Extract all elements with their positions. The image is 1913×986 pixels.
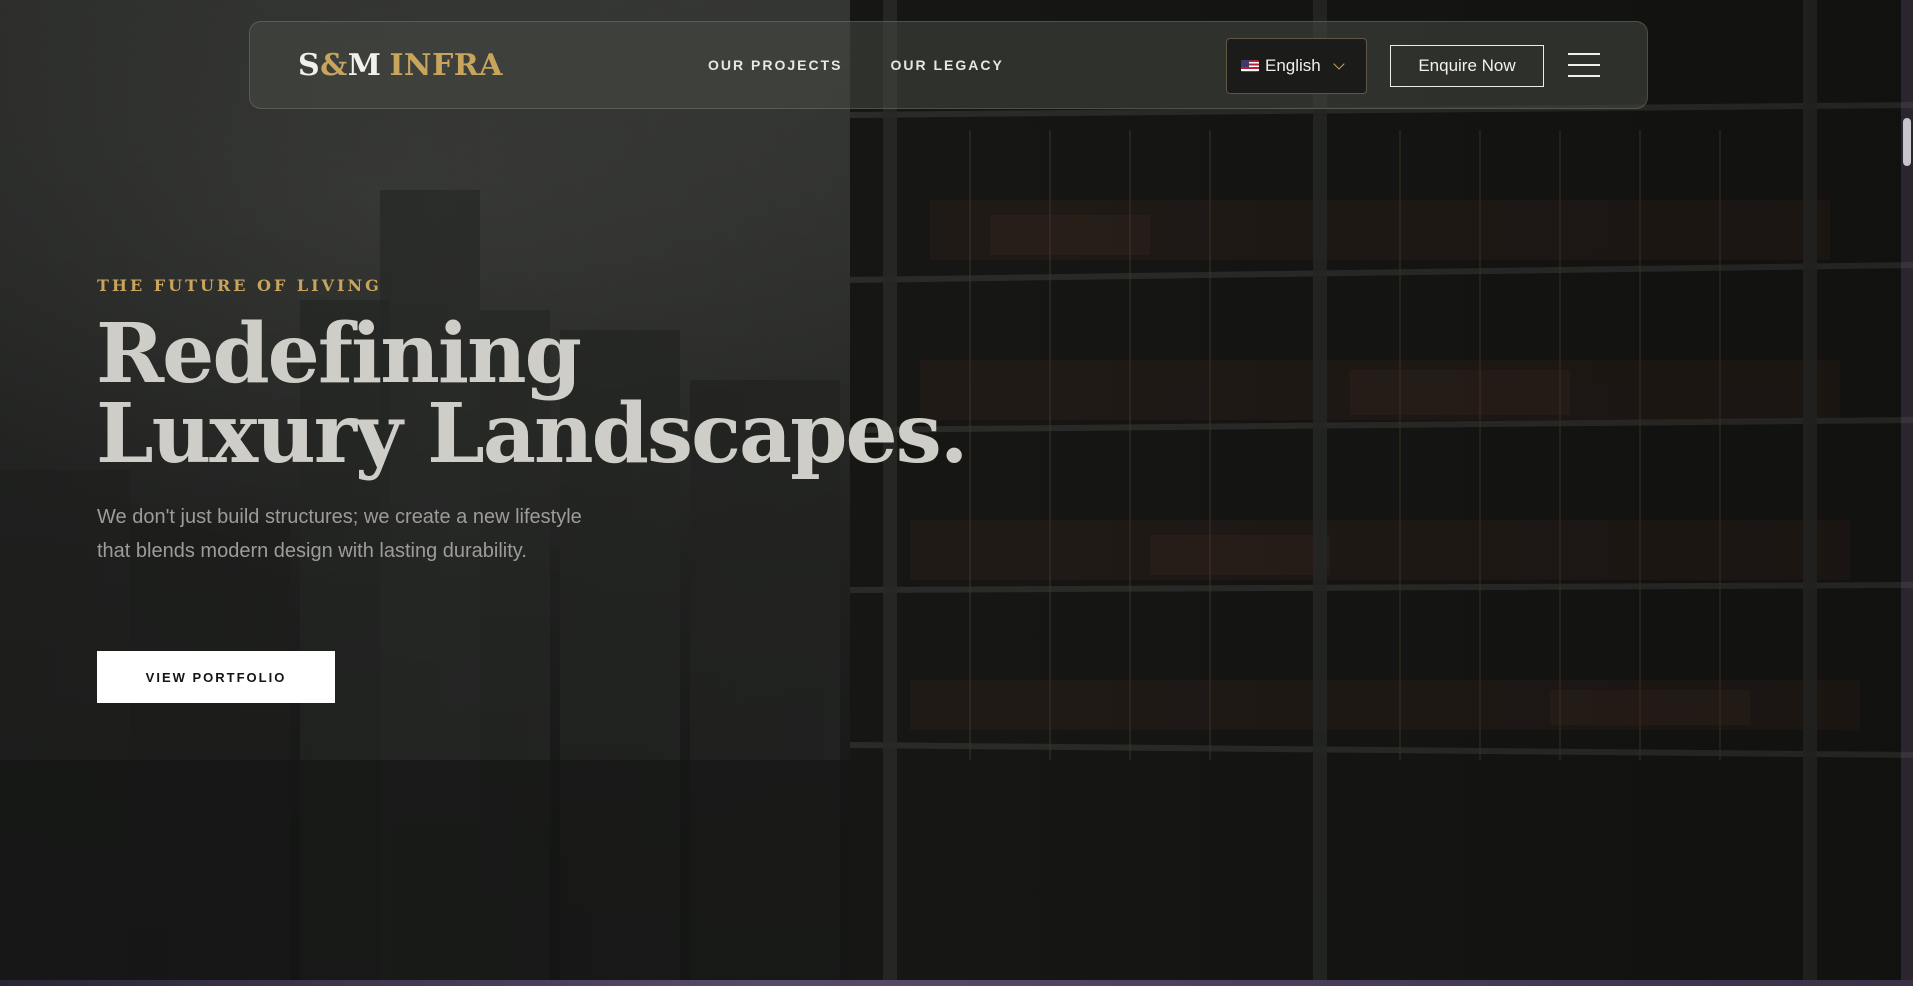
hero-headline-line-2: Luxury Landscapes. [96, 386, 968, 482]
logo-letter-s: S [298, 48, 321, 83]
hero-headline-line-1: Redefining [96, 306, 582, 402]
hero-section: S&M INFRA OUR PROJECTS OUR LEGACY English… [0, 0, 1913, 980]
logo-ampersand: & [320, 48, 348, 83]
hero-subcopy: We don't just build structures; we creat… [97, 506, 582, 562]
logo-infra-text: INFRA [389, 48, 503, 83]
scrollbar-thumb[interactable] [1903, 118, 1911, 166]
brand-logo[interactable]: S&M INFRA [298, 42, 503, 90]
view-portfolio-button[interactable]: VIEW PORTFOLIO [97, 651, 335, 703]
hero-eyebrow: THE FUTURE OF LIVING [97, 276, 382, 295]
page-scrollbar[interactable] [1901, 0, 1913, 980]
main-navbar: S&M INFRA OUR PROJECTS OUR LEGACY English… [249, 21, 1648, 109]
hamburger-menu-icon[interactable] [1568, 53, 1600, 77]
next-section-peek [0, 980, 1913, 986]
language-selector[interactable]: English [1226, 38, 1367, 94]
us-flag-icon [1241, 60, 1259, 72]
enquire-now-button[interactable]: Enquire Now [1390, 45, 1544, 87]
hero-headline: Redefining Luxury Landscapes. [96, 306, 968, 482]
chevron-down-icon [1333, 58, 1345, 70]
nav-link-our-projects[interactable]: OUR PROJECTS [708, 57, 842, 73]
nav-link-our-legacy[interactable]: OUR LEGACY [890, 57, 1003, 73]
logo-letter-m: M [347, 48, 382, 83]
language-selected-label: English [1265, 56, 1321, 75]
nav-links: OUR PROJECTS OUR LEGACY [708, 22, 1004, 108]
hero-overlay [0, 0, 1913, 980]
